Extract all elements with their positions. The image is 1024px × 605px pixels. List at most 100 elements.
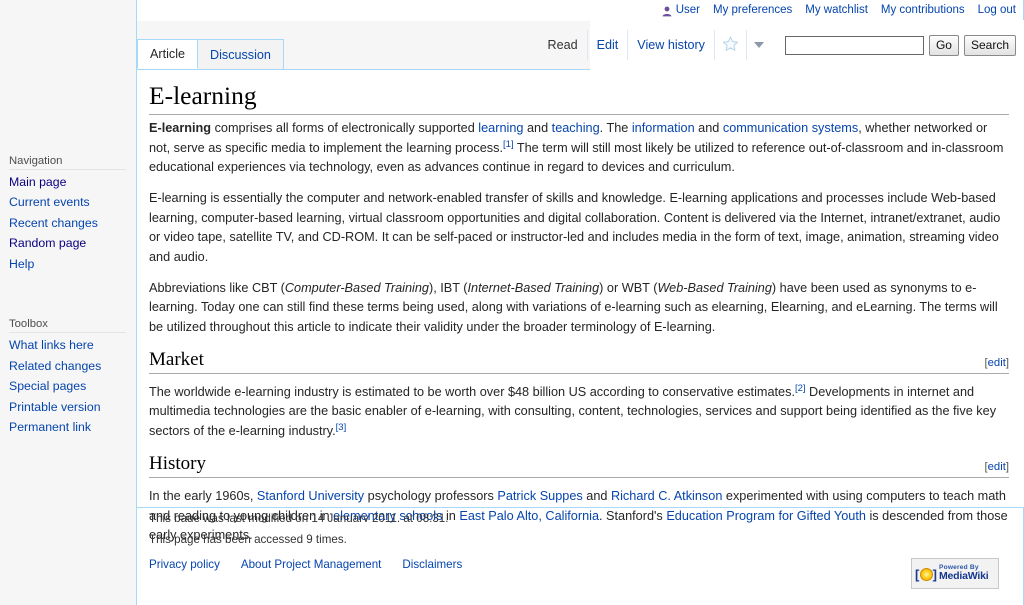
- sidebar-heading-navigation: Navigation: [9, 155, 136, 167]
- tab-discussion-label: Discussion: [210, 48, 271, 62]
- reference-marker-3: [3]: [336, 422, 347, 433]
- sidebar-item-special-pages[interactable]: Special pages: [9, 379, 86, 393]
- tab-article[interactable]: Article: [137, 39, 198, 69]
- reference-link-3[interactable]: [3]: [336, 422, 347, 433]
- personal-item-my-watchlist[interactable]: My watchlist: [805, 4, 868, 16]
- list-item: Special pages: [9, 376, 126, 396]
- powered-by-mediawiki-badge[interactable]: [ ] Powered By MediaWiki: [911, 558, 999, 589]
- view-history[interactable]: View history: [627, 30, 714, 60]
- chevron-down-icon: [754, 42, 764, 48]
- personal-item-username[interactable]: User: [662, 4, 700, 16]
- abbrev-text-2: ), IBT (: [429, 281, 468, 295]
- search-form: Go Search: [785, 35, 1016, 56]
- section-edit-history: [edit]: [985, 461, 1010, 473]
- abbrev-italic-ibt: Internet-Based Training: [468, 281, 600, 295]
- link-patrick-suppes[interactable]: Patrick Suppes: [497, 489, 582, 503]
- badge-line-2: MediaWiki: [939, 571, 988, 582]
- list-item: Random page: [9, 233, 126, 253]
- history-text-2: psychology professors: [364, 489, 497, 503]
- namespace-tabs: Article Discussion: [137, 21, 283, 69]
- search-go-button[interactable]: Go: [929, 35, 959, 56]
- sidebar-item-main-page[interactable]: Main page: [9, 175, 66, 189]
- list-item: Printable version: [9, 397, 126, 417]
- lead-text-3: . The: [600, 121, 632, 135]
- sidebar-item-permanent-link[interactable]: Permanent link: [9, 420, 91, 434]
- footer-link-privacy-policy[interactable]: Privacy policy: [149, 558, 220, 571]
- edit-bracket-close: ]: [1006, 357, 1009, 369]
- footer-link-disclaimers[interactable]: Disclaimers: [402, 558, 462, 571]
- reference-marker-2: [2]: [795, 383, 806, 394]
- sidebar-item-recent-changes[interactable]: Recent changes: [9, 216, 98, 230]
- section-heading-market: Market [edit]: [149, 349, 1009, 374]
- list-item: Main page: [9, 172, 126, 192]
- tabs-underline: [137, 69, 590, 70]
- lead-text-2: and: [523, 121, 551, 135]
- tab-discussion[interactable]: Discussion: [197, 39, 284, 69]
- footer-links: Privacy policy About Project Management …: [149, 558, 1024, 571]
- search-input[interactable]: [785, 36, 924, 55]
- link-stanford-university[interactable]: Stanford University: [257, 489, 364, 503]
- view-edit[interactable]: Edit: [587, 30, 628, 60]
- abbrev-italic-cbt: Computer-Based Training: [285, 281, 429, 295]
- reference-link-1[interactable]: [1]: [503, 138, 514, 149]
- footer-icons: [ ] Powered By MediaWiki: [911, 558, 999, 589]
- market-text-1: The worldwide e-learning industry is est…: [149, 385, 795, 399]
- search-submit-button[interactable]: Search: [964, 35, 1016, 56]
- sidebar-portal-navigation: Navigation Main page Current events Rece…: [0, 155, 136, 274]
- page-title: E-learning: [149, 80, 1009, 115]
- mediawiki-badge-text: Powered By MediaWiki: [939, 564, 988, 582]
- reference-link-2[interactable]: [2]: [795, 383, 806, 394]
- list-item: Current events: [9, 192, 126, 212]
- sidebar-item-help[interactable]: Help: [9, 257, 34, 271]
- list-item: Permanent link: [9, 417, 126, 437]
- sidebar-portal-toolbox: Toolbox What links here Related changes …: [0, 318, 136, 437]
- footer-last-modified: This page was last modified on 14 Januar…: [149, 511, 1024, 522]
- link-richard-c-atkinson[interactable]: Richard C. Atkinson: [611, 489, 722, 503]
- sidebar-portal-navigation-body: Main page Current events Recent changes …: [9, 169, 126, 274]
- link-communication-systems[interactable]: communication systems: [723, 121, 858, 135]
- link-teaching[interactable]: teaching: [552, 121, 600, 135]
- lead-text-1: comprises all forms of electronically su…: [211, 121, 478, 135]
- view-edit-label: Edit: [597, 38, 619, 52]
- section-heading-market-label: Market: [149, 349, 204, 370]
- market-paragraph-1: The worldwide e-learning industry is est…: [149, 383, 1009, 442]
- mediawiki-sunflower-icon: [ ]: [916, 564, 936, 584]
- page-actions-bar: Read Edit View history Go Search: [538, 21, 1016, 69]
- watch-button[interactable]: [714, 30, 746, 60]
- section-heading-history: History [edit]: [149, 453, 1009, 478]
- footer-link-about[interactable]: About Project Management: [241, 558, 382, 571]
- sidebar-item-random-page[interactable]: Random page: [9, 236, 86, 250]
- view-history-label: View history: [637, 38, 705, 52]
- edit-link-market[interactable]: edit: [988, 357, 1006, 369]
- personal-item-my-contributions[interactable]: My contributions: [881, 4, 965, 16]
- edit-link-history[interactable]: edit: [988, 461, 1006, 473]
- lead-paragraph-1: E-learning comprises all forms of electr…: [149, 119, 1009, 178]
- list-item: Help: [9, 254, 126, 274]
- sidebar-item-current-events[interactable]: Current events: [9, 195, 90, 209]
- section-heading-history-label: History: [149, 453, 206, 474]
- more-actions-button[interactable]: [746, 30, 771, 60]
- link-learning[interactable]: learning: [478, 121, 523, 135]
- view-read[interactable]: Read: [538, 30, 586, 60]
- abbrev-text-3: ) or WBT (: [599, 281, 657, 295]
- section-edit-market: [edit]: [985, 357, 1010, 369]
- sidebar-heading-toolbox: Toolbox: [9, 318, 136, 330]
- sidebar-item-related-changes[interactable]: Related changes: [9, 359, 101, 373]
- footer: This page was last modified on 14 Januar…: [149, 506, 1024, 571]
- history-text-3: and: [583, 489, 611, 503]
- article-body: E-learning E-learning comprises all form…: [149, 80, 1009, 557]
- lead-text-4: and: [695, 121, 723, 135]
- tab-article-label: Article: [150, 47, 185, 61]
- lead-paragraph-2: E-learning is essentially the computer a…: [149, 189, 1009, 268]
- personal-item-username-label: User: [676, 4, 700, 16]
- personal-tools-bar: User My preferences My watchlist My cont…: [662, 2, 1016, 18]
- personal-item-log-out[interactable]: Log out: [978, 4, 1016, 16]
- footer-view-count: This page has been accessed 9 times.: [149, 532, 1024, 548]
- sidebar-item-what-links-here[interactable]: What links here: [9, 338, 94, 352]
- sidebar-item-printable-version[interactable]: Printable version: [9, 400, 101, 414]
- link-information[interactable]: information: [632, 121, 695, 135]
- sidebar-portal-toolbox-body: What links here Related changes Special …: [9, 332, 126, 437]
- list-item: Recent changes: [9, 213, 126, 233]
- list-item: What links here: [9, 335, 126, 355]
- personal-item-my-preferences[interactable]: My preferences: [713, 4, 792, 16]
